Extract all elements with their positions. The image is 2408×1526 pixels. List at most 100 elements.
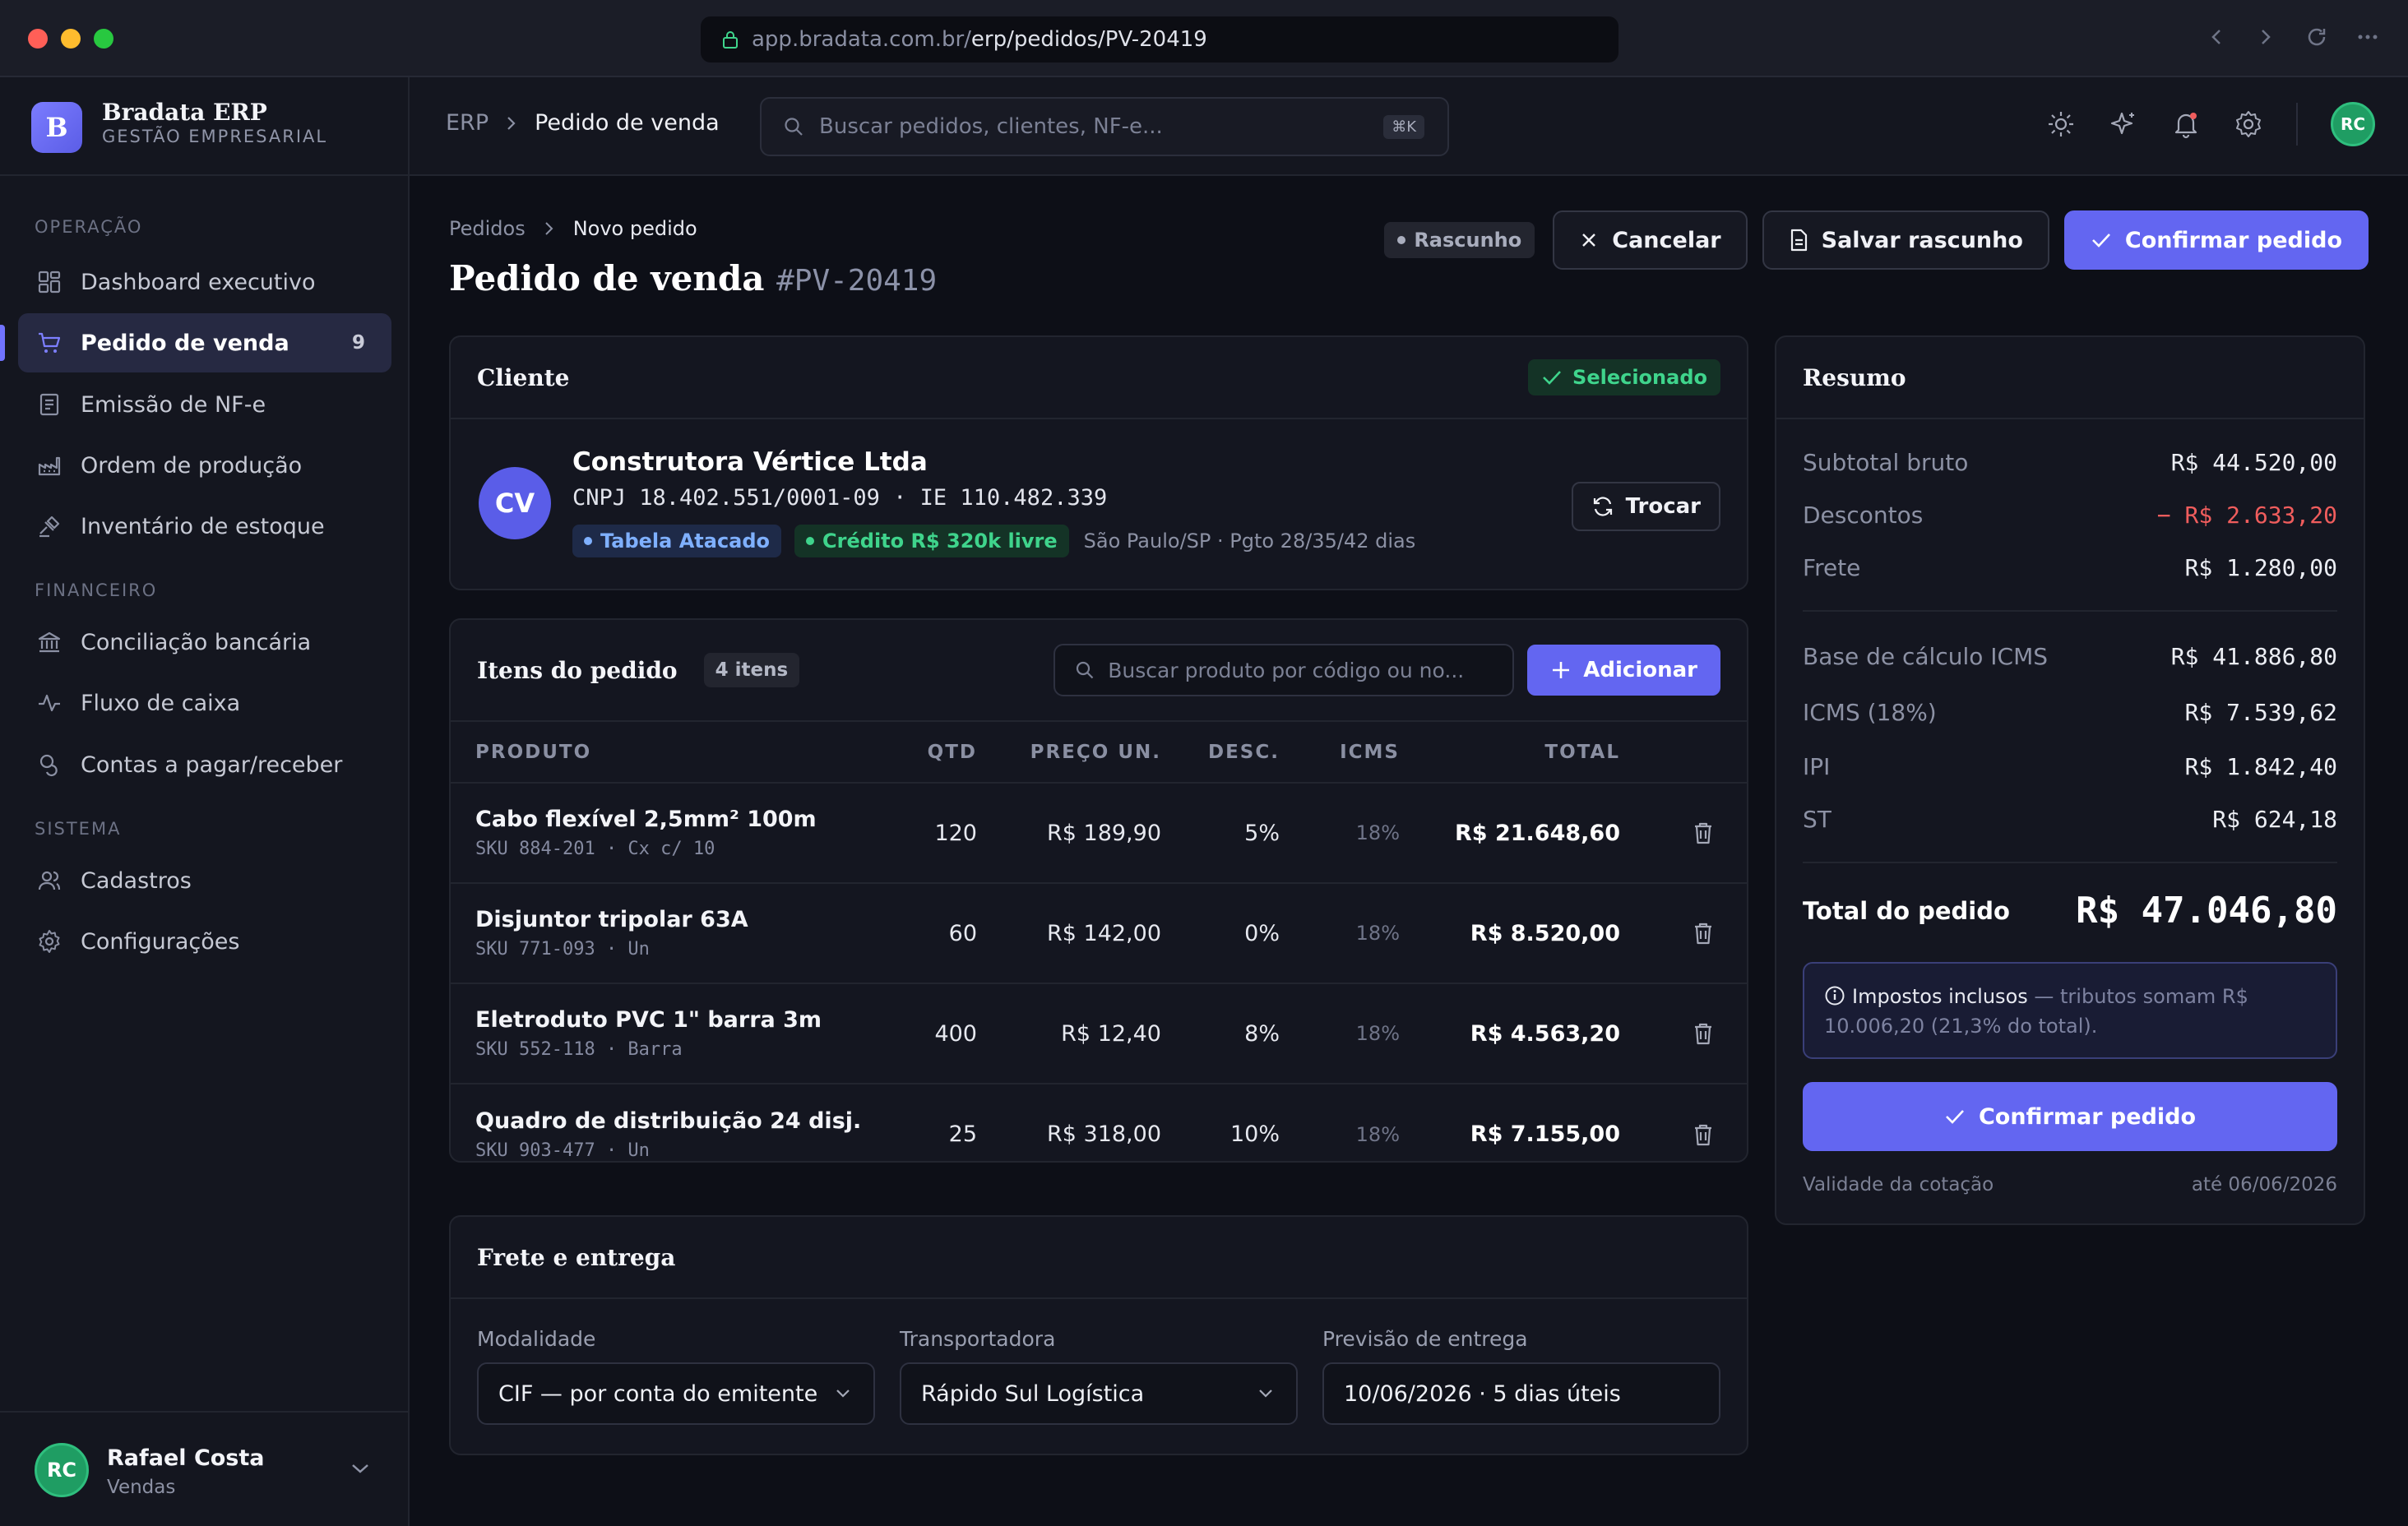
carrier-label: Transportadora [900, 1327, 1056, 1351]
trash-icon[interactable] [1693, 921, 1747, 946]
address-bar[interactable]: app.bradata.com.br/erp/pedidos/PV-20419 [701, 16, 1618, 62]
cancel-button[interactable]: Cancelar [1553, 210, 1748, 270]
breadcrumb-root[interactable]: ERP [446, 110, 489, 136]
item-price: R$ 12,40 [1061, 1020, 1161, 1047]
breadcrumb-parent[interactable]: Pedidos [449, 217, 526, 240]
url-domain: app.bradata.com.br/ [752, 27, 971, 52]
sidebar-item-nfe[interactable]: Emissão de NF-e [18, 375, 391, 434]
sidebar-item-cadastros[interactable]: Cadastros [18, 851, 391, 910]
minimize-window-button[interactable] [61, 29, 81, 49]
product-sku: SKU 771-093 · Un [475, 939, 650, 960]
sidebar-item-label: Conciliação bancária [81, 629, 312, 655]
summary-total-label: Total do pedido [1803, 896, 2010, 925]
check-icon [1944, 1107, 1966, 1126]
trash-icon[interactable] [1693, 821, 1747, 845]
sidebar-item-conciliacao[interactable]: Conciliação bancária [18, 613, 391, 672]
add-item-button[interactable]: Adicionar [1527, 645, 1720, 696]
back-icon[interactable] [2206, 25, 2227, 49]
sidebar-item-contas[interactable]: Contas a pagar/receber [18, 735, 391, 794]
forward-icon[interactable] [2255, 25, 2276, 49]
item-qty[interactable]: 120 [895, 783, 977, 883]
summary-value: R$ 1.280,00 [2184, 554, 2337, 581]
bank-icon [35, 627, 64, 657]
credit-text: Crédito R$ 320k livre [822, 529, 1058, 553]
modality-select[interactable]: CIF — por conta do emitente [477, 1362, 875, 1425]
carrier-select[interactable]: Rápido Sul Logística [900, 1362, 1298, 1425]
items-card: Itens do pedido 4 itens Buscar produto p… [449, 618, 1748, 1163]
close-window-button[interactable] [28, 29, 48, 49]
client-tags: Tabela Atacado Crédito R$ 320k livre São… [572, 525, 1415, 557]
global-search-input[interactable]: Buscar pedidos, clientes, NF-e... ⌘K [760, 97, 1449, 156]
status-text: Rascunho [1414, 229, 1522, 252]
delivery-date-input[interactable]: 10/06/2026 · 5 dias úteis [1322, 1362, 1720, 1425]
carrier-group: Transportadora Rápido Sul Logística [900, 1327, 1298, 1425]
chevron-down-icon [834, 1387, 852, 1400]
summary-label: ICMS (18%) [1803, 699, 1937, 726]
sidebar-item-label: Ordem de produção [81, 452, 303, 479]
top-user-avatar[interactable]: RC [2331, 102, 2375, 146]
sidebar-item-pedido-de-venda[interactable]: Pedido de venda 9 [0, 313, 391, 372]
sidebar-item-dashboard[interactable]: Dashboard executivo [18, 252, 391, 312]
product-search-input[interactable]: Buscar produto por código ou no... [1054, 644, 1515, 696]
sidebar-item-configuracoes[interactable]: Configurações [18, 912, 391, 971]
confirm-order-summary-button[interactable]: Confirmar pedido [1803, 1082, 2337, 1151]
user-name: Rafael Costa [107, 1445, 265, 1471]
more-icon[interactable] [2357, 25, 2378, 49]
column-header-discount: DESC. [1208, 741, 1280, 763]
brand-name: Bradata ERP [102, 99, 267, 126]
product-search-placeholder: Buscar produto por código ou no... [1108, 658, 1465, 682]
page-actions: Rascunho Cancelar Salvar rascunho Confir… [1384, 210, 2369, 270]
item-qty[interactable]: 25 [895, 1084, 977, 1184]
box-icon [35, 511, 64, 541]
brand-subtitle: GESTÃO EMPRESARIAL [102, 127, 328, 146]
price-table-text: Tabela Atacado [600, 529, 771, 553]
sidebar-item-fluxo-caixa[interactable]: Fluxo de caixa [18, 673, 391, 733]
summary-icms-base-row: Base de cálculo ICMS R$ 41.886,80 [1803, 643, 2337, 670]
status-dot [1397, 236, 1406, 244]
maximize-window-button[interactable] [94, 29, 113, 49]
confirm-order-button[interactable]: Confirmar pedido [2063, 210, 2369, 270]
user-profile[interactable]: RC Rafael Costa Vendas [0, 1411, 408, 1526]
client-section-title: Cliente [477, 363, 570, 391]
sidebar-item-label: Contas a pagar/receber [81, 751, 343, 778]
item-discount[interactable]: 5% [1161, 783, 1280, 883]
swap-client-button[interactable]: Trocar [1571, 482, 1720, 531]
sidebar-item-ordem-producao[interactable]: Ordem de produção [18, 436, 391, 495]
chevron-down-icon [1257, 1387, 1275, 1400]
quote-validity-row: Validade da cotação até 06/06/2026 [1803, 1174, 2337, 1195]
items-count-badge: 4 itens [703, 653, 800, 687]
item-discount[interactable]: 10% [1161, 1084, 1280, 1184]
chevron-down-icon[interactable] [349, 1460, 372, 1477]
save-draft-button[interactable]: Salvar rascunho [1762, 210, 2049, 270]
user-avatar: RC [35, 1443, 89, 1497]
item-qty[interactable]: 60 [895, 883, 977, 983]
trash-icon[interactable] [1693, 1122, 1747, 1147]
item-total: R$ 4.563,20 [1470, 1020, 1620, 1047]
lock-icon [722, 30, 739, 49]
sparkle-icon[interactable] [2109, 109, 2138, 139]
price-table-tag: Tabela Atacado [572, 525, 782, 557]
shipping-section-title: Frete e entrega [477, 1243, 676, 1271]
summary-label: Subtotal bruto [1803, 449, 1969, 476]
confirm-label: Confirmar pedido [2124, 227, 2342, 253]
summary-value: R$ 44.520,00 [2170, 449, 2337, 476]
client-name: Construtora Vértice Ltda [572, 447, 928, 477]
trash-icon[interactable] [1693, 1021, 1747, 1046]
settings-gear-icon[interactable] [2234, 109, 2263, 139]
item-total: R$ 21.648,60 [1455, 820, 1620, 846]
user-role: Vendas [107, 1477, 176, 1498]
theme-sun-icon[interactable] [2046, 109, 2076, 139]
item-discount[interactable]: 8% [1161, 983, 1280, 1084]
item-qty[interactable]: 400 [895, 983, 977, 1084]
item-discount[interactable]: 0% [1161, 883, 1280, 983]
bell-icon[interactable] [2171, 109, 2201, 139]
info-icon [1824, 985, 1845, 1006]
section-label-financeiro: FINANCEIRO [35, 580, 158, 600]
item-icms: 18% [1355, 821, 1400, 844]
reload-icon[interactable] [2304, 25, 2329, 49]
summary-value: R$ 624,18 [2212, 806, 2337, 833]
search-icon [1075, 660, 1095, 680]
swap-label: Trocar [1625, 494, 1701, 519]
sidebar-item-inventario[interactable]: Inventário de estoque [18, 497, 391, 556]
product-name: Disjuntor tripolar 63A [475, 907, 748, 932]
